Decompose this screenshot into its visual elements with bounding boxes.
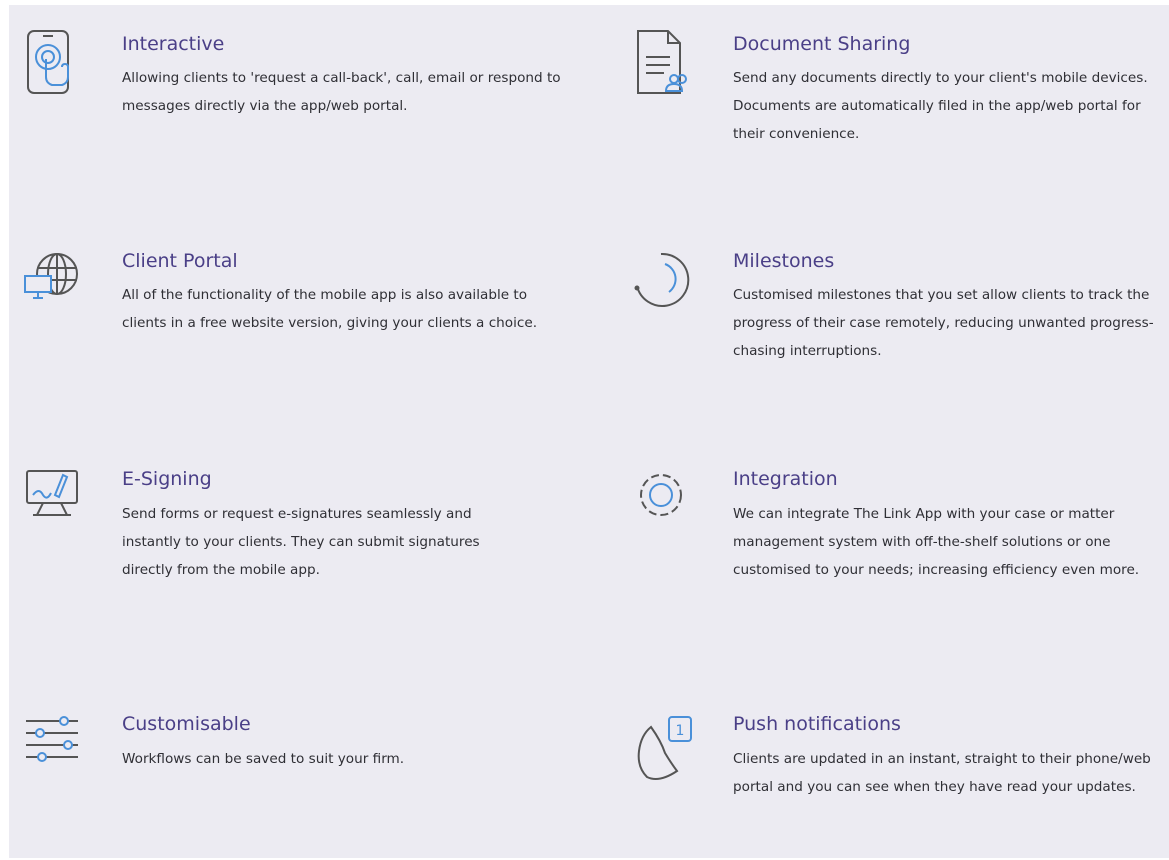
notification-badge-count: 1 [676,723,685,739]
feature-description: We can integrate The Link App with your … [733,506,1140,578]
feature-title: Document Sharing [733,33,911,55]
feature-description: Send forms or request e-signatures seaml… [122,506,480,578]
feature-title: Milestones [733,250,835,272]
monitor-pen-icon [23,467,83,537]
feature-description: Allowing clients to 'request a call-back… [122,70,561,114]
feature-description: Customised milestones that you set allow… [733,287,1154,359]
progress-arc-icon [631,248,691,318]
feature-description: Clients are updated in an instant, strai… [733,751,1151,795]
feature-title: Client Portal [122,250,238,272]
features-panel: Interactive Allowing clients to 'request… [9,5,1169,858]
feature-description: Workflows can be saved to suit your firm… [122,751,405,767]
feature-title: Customisable [122,713,251,735]
globe-monitor-icon [23,248,83,318]
sliders-icon [24,713,84,783]
gear-icon [631,467,691,537]
feature-title: Push notifications [733,713,901,735]
feature-description: All of the functionality of the mobile a… [122,287,538,331]
feature-title: Interactive [122,33,225,55]
touch-screen-icon [24,27,84,97]
feature-description: Send any documents directly to your clie… [733,70,1148,142]
feature-title: E-Signing [122,468,212,490]
document-share-icon [634,27,694,97]
feature-title: Integration [733,468,838,490]
notification-bell-icon: 1 [635,713,695,783]
